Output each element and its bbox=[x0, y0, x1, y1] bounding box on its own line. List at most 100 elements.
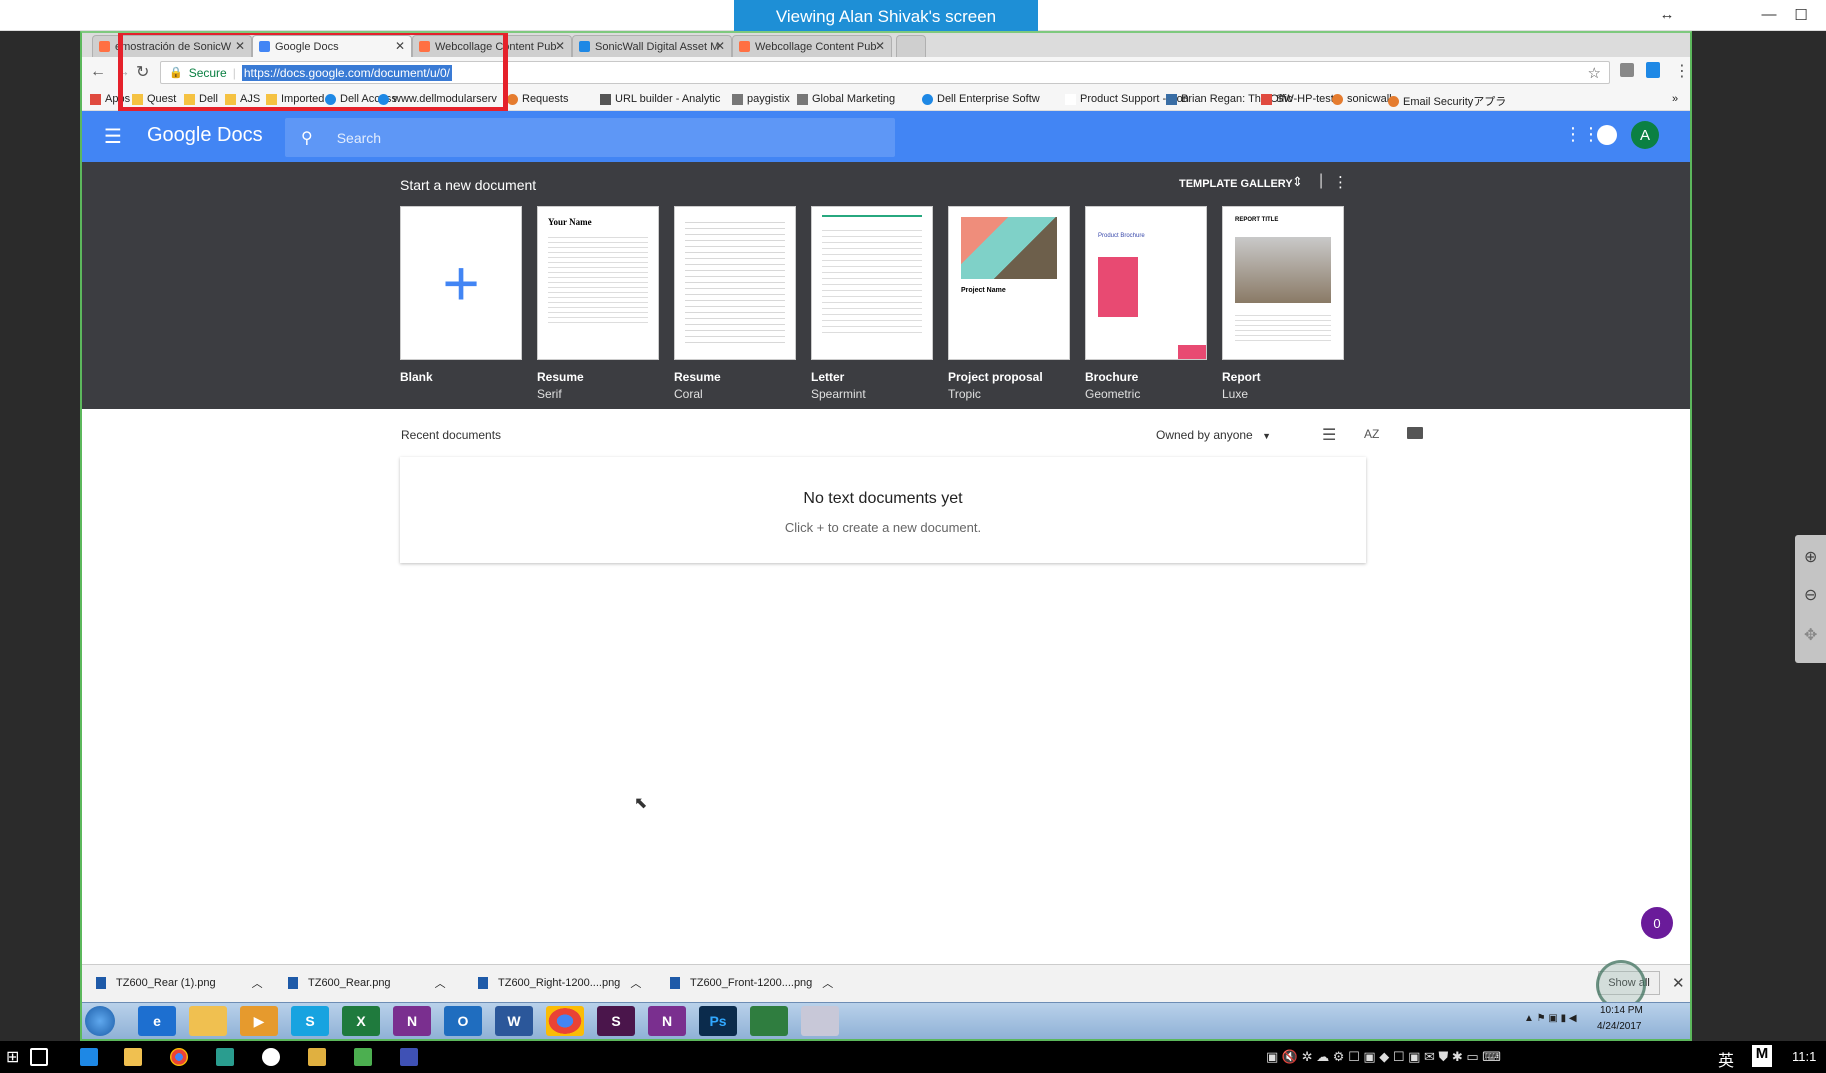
notification-badge[interactable]: 0 bbox=[1641, 907, 1673, 939]
task-view-icon[interactable] bbox=[30, 1048, 48, 1066]
maximize-button[interactable]: ☐ bbox=[1786, 6, 1816, 24]
template-name: Resume bbox=[674, 370, 721, 384]
chevron-up-icon[interactable]: ︿ bbox=[252, 975, 263, 991]
docs-search-box[interactable]: ⚲ Search bbox=[285, 118, 895, 157]
ime-indicator[interactable]: 英 bbox=[1718, 1047, 1734, 1071]
windows-start-icon[interactable]: ⊞ bbox=[6, 1047, 19, 1067]
chrome-menu-icon[interactable]: ⋮ bbox=[1674, 61, 1690, 81]
template-resume-coral[interactable]: Resume Coral bbox=[674, 206, 796, 401]
screenshare-app-icon[interactable] bbox=[354, 1048, 372, 1066]
owned-by-dropdown[interactable]: Owned by anyone ▼ bbox=[1156, 428, 1271, 442]
template-letter-spearmint[interactable]: Letter Spearmint bbox=[811, 206, 933, 401]
minimize-button[interactable]: — bbox=[1754, 6, 1784, 23]
bookmark-item[interactable]: Global Marketing bbox=[797, 93, 895, 105]
excel-icon[interactable]: X bbox=[342, 1006, 380, 1036]
bookmark-item[interactable]: sonicwall bbox=[1332, 93, 1392, 105]
chrome-icon[interactable] bbox=[546, 1006, 584, 1036]
system-tray-icons[interactable]: ▲ ⚑ ▣ ▮ ◀ bbox=[1524, 1013, 1577, 1024]
download-item[interactable]: TZ600_Right-1200....png ︿ bbox=[478, 975, 641, 991]
back-icon[interactable]: ← bbox=[90, 63, 106, 81]
globe-app-icon[interactable] bbox=[750, 1006, 788, 1036]
template-thumbnail[interactable]: + bbox=[400, 206, 522, 360]
template-project-proposal[interactable]: Project Name Project proposal Tropic bbox=[948, 206, 1070, 401]
template-brochure[interactable]: Product Brochure Brochure Geometric bbox=[1085, 206, 1207, 401]
template-style: Coral bbox=[674, 387, 703, 401]
tab-sonicwall-dam[interactable]: SonicWall Digital Asset M ✕ bbox=[572, 35, 732, 57]
onenote-icon[interactable]: N bbox=[393, 1006, 431, 1036]
media-player-icon[interactable]: ▶ bbox=[240, 1006, 278, 1036]
download-item[interactable]: TZ600_Rear.png ︿ bbox=[288, 975, 446, 991]
bookmark-item[interactable]: URL builder - Analytic bbox=[600, 93, 720, 105]
zoom-in-icon[interactable]: ⊕ bbox=[1804, 547, 1817, 567]
account-icon[interactable] bbox=[1597, 125, 1617, 145]
pan-icon[interactable]: ✥ bbox=[1804, 625, 1817, 645]
close-tab-icon[interactable]: ✕ bbox=[555, 39, 565, 53]
folder-picker-icon[interactable] bbox=[1407, 427, 1423, 439]
bookmark-item[interactable]: Dell Enterprise Softw bbox=[922, 93, 1040, 105]
tray-icons[interactable]: ▣ 🔇 ✲ ☁ ⚙ ☐ ▣ ◆ ☐ ▣ ✉ ⛊ ✱ ▭ ⌨ bbox=[1266, 1049, 1501, 1065]
avatar[interactable]: A bbox=[1631, 121, 1659, 149]
chevron-up-icon[interactable]: ︿ bbox=[435, 975, 446, 991]
chrome-taskbar-icon[interactable] bbox=[170, 1048, 188, 1066]
hamburger-menu-icon[interactable]: ☰ bbox=[104, 124, 122, 149]
template-thumbnail[interactable]: REPORT TITLE bbox=[1222, 206, 1344, 360]
folder-app-icon[interactable] bbox=[308, 1048, 326, 1066]
zoom-out-icon[interactable]: ⊖ bbox=[1804, 585, 1817, 605]
bookmark-star-icon[interactable]: ☆ bbox=[1588, 64, 1601, 82]
bookmark-item[interactable]: Email Securityアプラ bbox=[1388, 93, 1506, 109]
template-name: Report bbox=[1222, 370, 1261, 384]
onenote-2-icon[interactable]: N bbox=[648, 1006, 686, 1036]
bookmark-item[interactable]: Requests bbox=[507, 93, 568, 105]
close-tab-icon[interactable]: ✕ bbox=[715, 39, 725, 53]
extension-badge-icon[interactable] bbox=[1646, 62, 1660, 78]
template-thumbnail[interactable]: Your Name bbox=[537, 206, 659, 360]
template-name: Project proposal bbox=[948, 370, 1043, 384]
new-tab-button[interactable] bbox=[896, 35, 926, 57]
expand-collapse-icon[interactable]: ⇕ bbox=[1292, 174, 1303, 190]
bookmark-item[interactable]: SW-HP-test bbox=[1261, 93, 1334, 105]
word-icon[interactable]: W bbox=[495, 1006, 533, 1036]
extension-icon[interactable] bbox=[1620, 63, 1634, 77]
template-thumbnail[interactable] bbox=[811, 206, 933, 360]
template-thumbnail[interactable]: Project Name bbox=[948, 206, 1070, 360]
close-downloads-icon[interactable]: ✕ bbox=[1672, 974, 1685, 992]
edge-icon[interactable] bbox=[80, 1048, 98, 1066]
chevron-up-icon[interactable]: ︿ bbox=[822, 975, 833, 991]
slack-icon[interactable]: S bbox=[597, 1006, 635, 1036]
more-options-icon[interactable]: ⋮ bbox=[1333, 173, 1348, 191]
download-filename: TZ600_Rear (1).png bbox=[116, 977, 216, 989]
remote-clock-time: 10:14 PM bbox=[1600, 1005, 1643, 1016]
template-gallery-button[interactable]: TEMPLATE GALLERY bbox=[1179, 178, 1293, 190]
bookmarks-overflow-icon[interactable]: » bbox=[1672, 93, 1678, 105]
file-explorer-icon[interactable] bbox=[124, 1048, 142, 1066]
sort-az-icon[interactable]: AZ bbox=[1364, 427, 1379, 441]
network-app-icon[interactable] bbox=[400, 1048, 418, 1066]
thumb-lines bbox=[685, 217, 785, 345]
explorer-icon[interactable] bbox=[189, 1006, 227, 1036]
resize-icon[interactable]: ↔ bbox=[1652, 6, 1682, 23]
tab-webcollage-2[interactable]: Webcollage Content Pub ✕ bbox=[732, 35, 892, 57]
template-thumbnail[interactable]: Product Brochure bbox=[1085, 206, 1207, 360]
remote-taskbar: e ▶ S X N O W S N Ps ▲ ⚑ ▣ ▮ ◀ 10:14 PM … bbox=[82, 1002, 1690, 1039]
photoshop-icon[interactable]: Ps bbox=[699, 1006, 737, 1036]
template-report-luxe[interactable]: REPORT TITLE Report Luxe bbox=[1222, 206, 1344, 401]
snipping-tool-icon[interactable] bbox=[801, 1006, 839, 1036]
docs-logo[interactable]: Google Docs bbox=[147, 124, 263, 147]
template-resume-serif[interactable]: Your Name Resume Serif bbox=[537, 206, 659, 401]
settings-gear-icon[interactable] bbox=[262, 1048, 280, 1066]
app-m-icon[interactable]: M bbox=[1752, 1045, 1772, 1067]
thumb-lines bbox=[548, 233, 648, 323]
start-button-icon[interactable] bbox=[85, 1006, 115, 1036]
list-view-icon[interactable]: ☰ bbox=[1322, 425, 1336, 445]
chevron-up-icon[interactable]: ︿ bbox=[630, 975, 641, 991]
skype-icon[interactable]: S bbox=[291, 1006, 329, 1036]
download-item[interactable]: TZ600_Front-1200....png ︿ bbox=[670, 975, 833, 991]
bookmark-item[interactable]: paygistix bbox=[732, 93, 790, 105]
outlook-icon[interactable]: O bbox=[444, 1006, 482, 1036]
ie-icon[interactable]: e bbox=[138, 1006, 176, 1036]
download-item[interactable]: TZ600_Rear (1).png ︿ bbox=[96, 975, 263, 991]
close-tab-icon[interactable]: ✕ bbox=[875, 39, 885, 53]
template-thumbnail[interactable] bbox=[674, 206, 796, 360]
template-blank[interactable]: + Blank bbox=[400, 206, 522, 384]
app-icon[interactable] bbox=[216, 1048, 234, 1066]
